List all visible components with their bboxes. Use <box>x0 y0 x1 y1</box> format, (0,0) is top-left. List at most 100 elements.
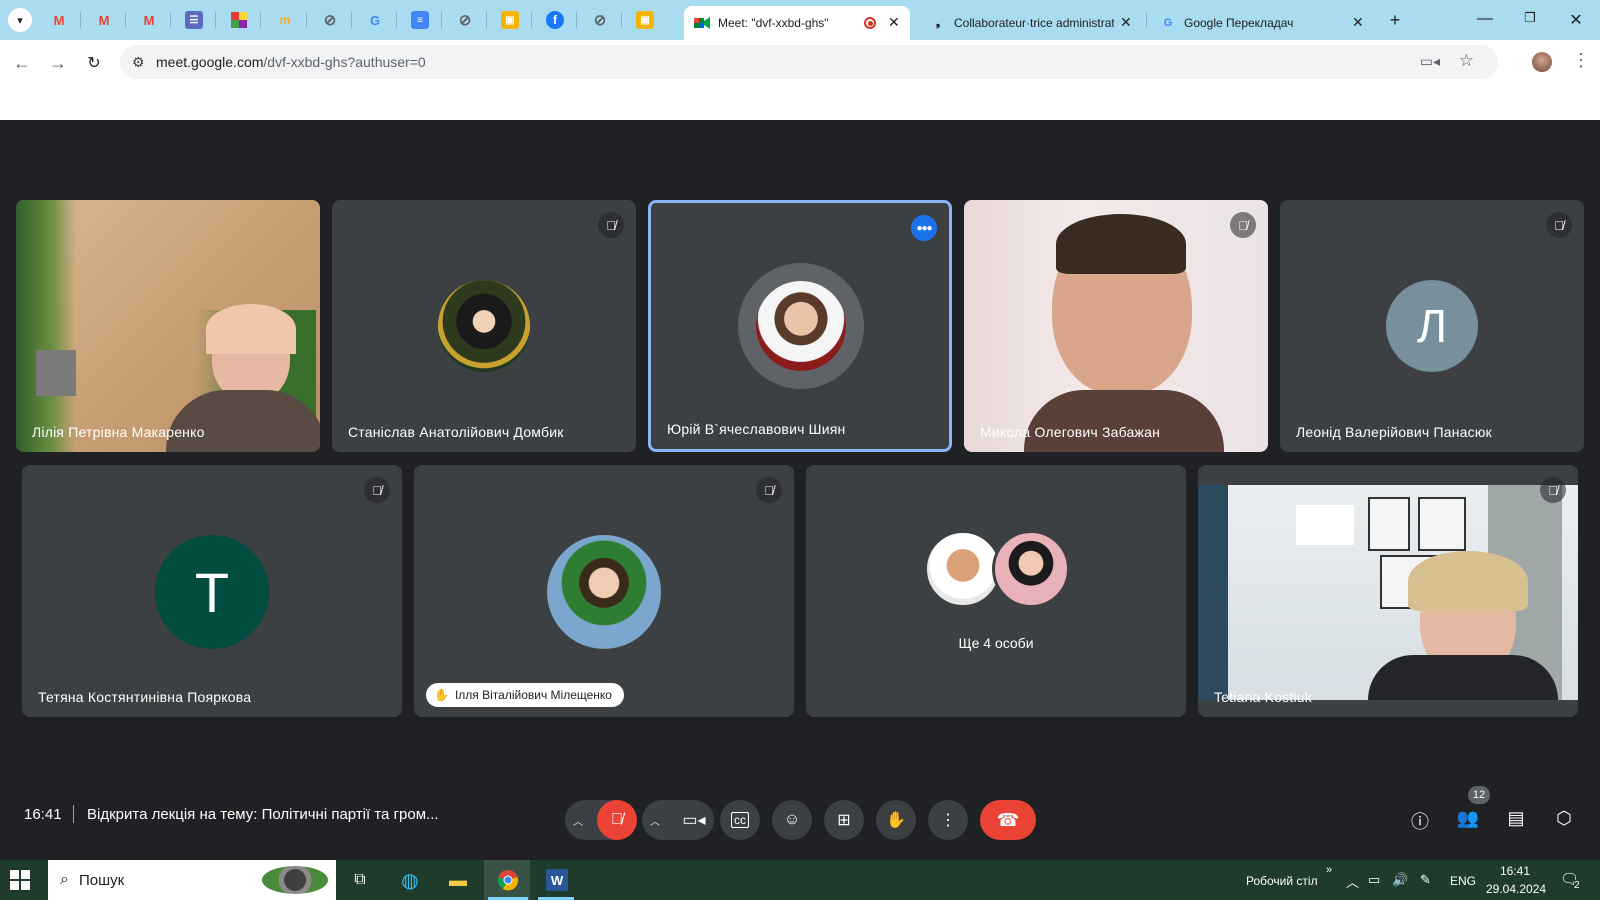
show-hidden-icons-icon[interactable]: ︿ <box>1346 872 1359 891</box>
more-options-button[interactable]: ⋮ <box>928 800 968 840</box>
classroom-pinned-tab-1[interactable]: ▣ <box>501 11 519 29</box>
tab-title: Meet: "dvf-xxbd-ghs" <box>718 16 829 30</box>
gmail-pinned-tab-3[interactable]: M <box>140 11 158 29</box>
participant-hair <box>1056 214 1186 274</box>
participant-tile-speaking[interactable]: ●●● Юрій В`ячеславович Шиян <box>648 200 952 452</box>
clock-time[interactable]: 16:41 <box>1500 864 1530 878</box>
forward-button[interactable]: → <box>46 51 70 75</box>
certificate-decoration <box>1418 497 1466 551</box>
clock-date[interactable]: 29.04.2024 <box>1486 882 1546 896</box>
chevron-up-icon[interactable]: ︿ <box>573 813 589 828</box>
globe-pinned-tab-1[interactable]: ⊘ <box>321 11 339 29</box>
captions-button[interactable]: cc <box>720 800 760 840</box>
profile-avatar[interactable] <box>1532 52 1552 72</box>
reload-button[interactable]: ↻ <box>82 51 106 75</box>
toolbar-expand-icon[interactable]: » <box>1326 864 1332 876</box>
word-icon[interactable]: W <box>543 866 571 894</box>
other-participant-avatar <box>924 530 1002 608</box>
volume-icon[interactable]: 🔊 <box>1392 872 1408 888</box>
facebook-pinned-tab[interactable]: f <box>546 11 564 29</box>
books-decoration <box>36 350 76 396</box>
gmail-pinned-tab-1[interactable]: M <box>50 11 68 29</box>
edge-icon[interactable]: ◍ <box>396 866 424 894</box>
mic-off-icon[interactable]: 🎙̸ <box>597 800 637 840</box>
close-tab-icon[interactable]: ✕ <box>888 14 900 31</box>
desktop-toolbar-label[interactable]: Робочий стіл <box>1246 874 1318 888</box>
classroom-pinned-tab-2[interactable]: ▣ <box>636 11 654 29</box>
bookmark-icon: ❟ <box>935 16 941 29</box>
speaking-indicator-icon: ●●● <box>911 215 937 241</box>
camera-in-use-icon[interactable]: ▭◂ <box>1420 53 1440 70</box>
address-bar[interactable]: ⚙ meet.google.com/dvf-xxbd-ghs?authuser=… <box>120 45 1498 79</box>
leave-call-button[interactable]: ☎ <box>980 800 1036 840</box>
network-icon[interactable]: ▭ <box>1368 872 1380 888</box>
meeting-clock: 16:41 <box>24 806 62 823</box>
globe-pinned-tab-2[interactable]: ⊘ <box>456 11 474 29</box>
raise-hand-button[interactable]: ✋ <box>876 800 916 840</box>
close-tab-icon[interactable]: ✕ <box>1352 14 1364 31</box>
file-explorer-icon[interactable]: ▬ <box>444 866 472 894</box>
audio-options-button[interactable]: ︿ 🎙̸ <box>565 800 637 840</box>
globe-pinned-tab-3[interactable]: ⊘ <box>591 11 609 29</box>
camera-icon[interactable]: ▭◂ <box>674 800 714 840</box>
activities-icon[interactable]: ⬡ <box>1551 808 1577 829</box>
participant-tile[interactable]: 🎙̸ Tetiana Kostiuk <box>1198 465 1578 717</box>
input-language[interactable]: ENG <box>1450 874 1476 888</box>
tab-meet[interactable]: Meet: "dvf-xxbd-ghs" ✕ <box>684 6 910 40</box>
gmail-pinned-tab-2[interactable]: M <box>95 11 113 29</box>
present-button[interactable]: ⊞ <box>824 800 864 840</box>
moodle-pinned-tab[interactable]: m <box>276 11 294 29</box>
participant-tile[interactable]: 🎙̸ Т Тетяна Костянтинівна Пояркова <box>22 465 402 717</box>
tab-title: Google Перекладач <box>1184 16 1294 30</box>
others-tile[interactable]: Ще 4 особи <box>806 465 1186 717</box>
site-info-icon[interactable]: ⚙ <box>132 54 145 71</box>
notifications-count: 2 <box>1574 880 1580 891</box>
participant-name: Ілля Віталійович Мілещенко <box>454 688 612 702</box>
participant-name: Tetiana Kostiuk <box>1214 689 1312 705</box>
taskbar-search[interactable]: ⌕ Пошук <box>48 860 336 900</box>
raised-hand-chip: ✋ Ілля Віталійович Мілещенко <box>426 683 624 707</box>
new-tab-button[interactable]: + <box>1385 10 1405 31</box>
participant-tile[interactable]: 🎙̸ Микола Олегович Забажан <box>964 200 1268 452</box>
close-tab-icon[interactable]: ✕ <box>1120 14 1132 31</box>
chrome-icon[interactable] <box>494 866 522 894</box>
bookmark-star-icon[interactable]: ☆ <box>1459 51 1474 71</box>
participant-tile[interactable]: 🎙̸ ✋ Ілля Віталійович Мілещенко <box>414 465 794 717</box>
task-view-icon[interactable]: ⧉ <box>346 866 374 894</box>
meeting-details-icon[interactable]: ⓘ <box>1407 808 1433 834</box>
tab-title: Collaborateur·trice administratif·ve <box>954 16 1114 30</box>
participant-name: Станіслав Анатолійович Домбик <box>348 424 564 440</box>
windows-start-icon[interactable] <box>10 870 30 890</box>
participant-tile[interactable]: 🎙̸ Л Леонід Валерійович Панасюк <box>1280 200 1584 452</box>
back-button[interactable]: ← <box>10 51 34 75</box>
other-participant-avatar <box>992 530 1070 608</box>
chat-icon[interactable]: ▤ <box>1503 808 1529 829</box>
restore-button[interactable]: ❐ <box>1520 10 1540 26</box>
participant-body <box>1024 390 1224 452</box>
search-placeholder: Пошук <box>78 871 125 889</box>
docs-pinned-tab[interactable]: ≡ <box>411 11 429 29</box>
chevron-up-icon[interactable]: ︿ <box>650 813 666 828</box>
reactions-button[interactable]: ☺ <box>772 800 812 840</box>
colors-pinned-tab[interactable] <box>230 11 248 29</box>
forms-pinned-tab[interactable]: ☰ <box>185 11 203 29</box>
pen-icon[interactable]: ✎ <box>1420 872 1431 888</box>
close-window-button[interactable]: ✕ <box>1566 10 1586 30</box>
participant-tile[interactable]: Лілія Петрівна Макаренко <box>16 200 320 452</box>
plant-decoration <box>16 200 76 452</box>
tab-collaborateur[interactable]: ❟ Collaborateur·trice administratif·ve ✕ <box>920 6 1138 40</box>
google-pinned-tab[interactable]: G <box>366 11 384 29</box>
muted-mic-icon: 🎙̸ <box>756 477 782 503</box>
participant-tile[interactable]: 🎙̸ Станіслав Анатолійович Домбик <box>332 200 636 452</box>
participant-name: Тетяна Костянтинівна Пояркова <box>38 689 252 705</box>
tab-google-translate[interactable]: G Google Перекладач ✕ <box>1150 6 1374 40</box>
browser-tabstrip: ▾ M M M ☰ m ⊘ G ≡ ⊘ ▣ f ⊘ ▣ Meet: "dvf-x… <box>0 0 1600 40</box>
people-icon[interactable]: 👥 <box>1455 808 1481 829</box>
tab-search-button[interactable]: ▾ <box>8 8 32 32</box>
divider <box>73 805 74 823</box>
participant-avatar <box>547 535 661 649</box>
windows-taskbar: ⌕ Пошук ⧉ ◍ ▬ W Робочий стіл » ︿ ▭ 🔊 ✎ E… <box>0 860 1600 900</box>
browser-menu-icon[interactable]: ⋮ <box>1572 50 1590 71</box>
video-options-button[interactable]: ︿ ▭◂ <box>642 800 714 840</box>
minimize-button[interactable]: — <box>1475 10 1495 28</box>
